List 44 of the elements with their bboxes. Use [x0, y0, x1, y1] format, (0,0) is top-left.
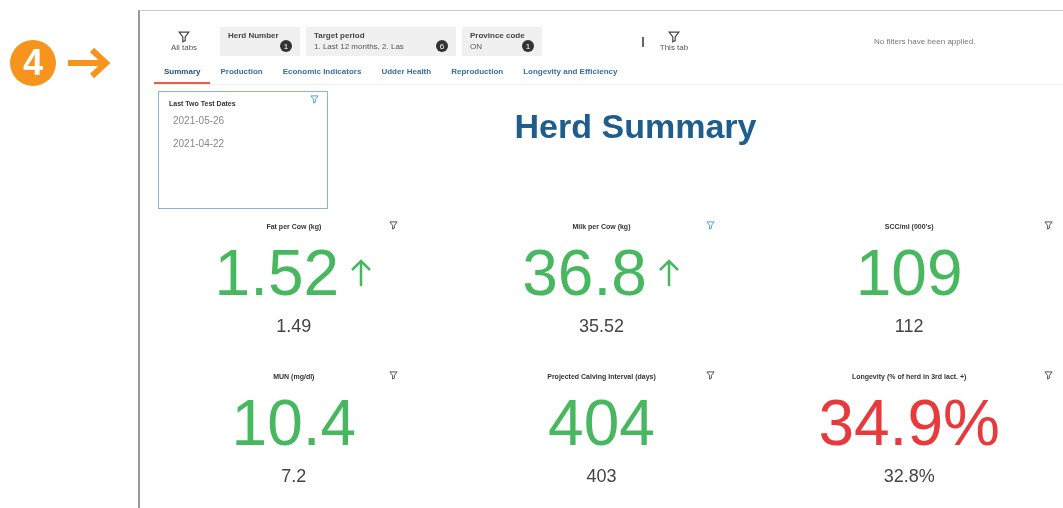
- filter-icon[interactable]: [1044, 371, 1053, 380]
- tab[interactable]: Production: [210, 64, 273, 84]
- previous-value: 7.2: [281, 466, 307, 487]
- kpi-value: 34.9%: [818, 386, 1000, 460]
- kpi-value: 36.8: [522, 236, 647, 310]
- previous-value: 1.49: [276, 316, 312, 337]
- filter-icon[interactable]: [1044, 221, 1053, 230]
- test-date: 2021-05-26: [173, 115, 226, 126]
- filter-icon[interactable]: [388, 371, 398, 380]
- previous-value: 403: [586, 466, 617, 487]
- filter-icon[interactable]: [706, 371, 716, 380]
- step-badge: 4: [10, 40, 56, 86]
- filter-icon[interactable]: [388, 221, 398, 230]
- tab[interactable]: Economic Indicators: [272, 64, 372, 84]
- tab[interactable]: Summary: [154, 64, 211, 84]
- no-filters-message: No filters have been applied.: [874, 37, 976, 46]
- kpi-value: 404: [548, 386, 655, 460]
- filter-scope-label: All tabs: [170, 43, 198, 52]
- filter-count: 1: [280, 40, 292, 52]
- kpi-value: 1.52: [214, 236, 340, 310]
- filter-icon[interactable]: [668, 31, 680, 43]
- previous-value: 32.8%: [883, 466, 935, 487]
- filter-chip-value: 1. Last 12 months, 2. Las: [314, 41, 404, 51]
- filter-chip-title: Province code: [470, 31, 526, 40]
- test-date: 2021-04-22: [173, 138, 226, 149]
- filter-chip[interactable]: Province code ON 1: [462, 27, 542, 56]
- filter-chip[interactable]: Target period 1. Last 12 months, 2. Las 6: [306, 27, 456, 56]
- filter-chip-title: Target period: [314, 31, 366, 40]
- filter-chip-title: Herd Number: [228, 31, 280, 40]
- filter-chip-value: ON: [470, 41, 482, 51]
- tab[interactable]: Udder Health: [371, 64, 442, 84]
- tab[interactable]: Reproduction: [441, 64, 514, 84]
- right-arrow-icon: [66, 46, 112, 80]
- filter-count: 1: [522, 40, 534, 52]
- kpi-value: 109: [855, 236, 963, 310]
- filter-icon[interactable]: [178, 31, 190, 43]
- tab[interactable]: Longevity and Efficiency: [513, 64, 628, 84]
- previous-value: 35.52: [578, 316, 624, 337]
- previous-value: 112: [894, 316, 924, 337]
- kpi-value: 10.4: [231, 386, 357, 460]
- filter-count: 6: [436, 40, 448, 52]
- filter-chip[interactable]: Herd Number 1: [220, 27, 300, 56]
- filter-scope-label: This tab: [659, 43, 689, 52]
- page-title: Herd Summary: [514, 107, 757, 147]
